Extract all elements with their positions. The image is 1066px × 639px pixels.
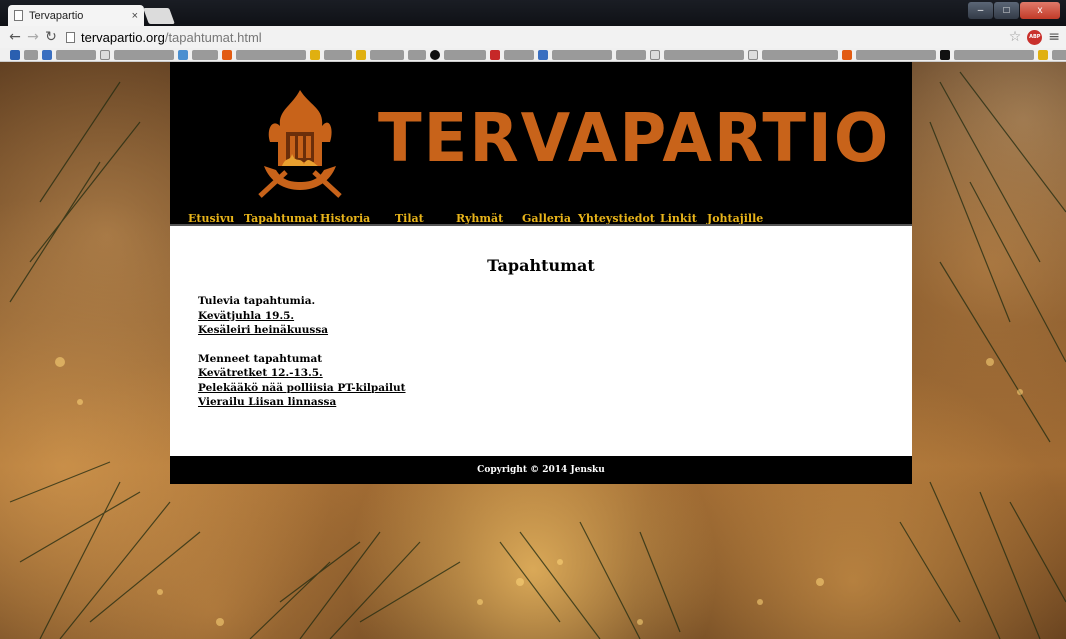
bookmark[interactable] bbox=[444, 49, 486, 60]
bookmark[interactable] bbox=[504, 49, 534, 60]
bookmark-icon[interactable] bbox=[430, 49, 440, 60]
reload-icon[interactable]: ↻ bbox=[42, 29, 60, 45]
page-icon bbox=[14, 10, 23, 21]
bookmark-icon[interactable] bbox=[748, 49, 758, 60]
tab-title: Tervapartio bbox=[29, 9, 84, 22]
event-link-kevatretket[interactable]: Kevätretket 12.-13.5. bbox=[198, 366, 406, 381]
bookmark[interactable] bbox=[408, 49, 426, 60]
browser-toolbar: ← → ↻ tervapartio.org/tapahtumat.html ☆ … bbox=[0, 26, 1066, 48]
bookmark-icon[interactable] bbox=[538, 49, 548, 60]
bookmark[interactable] bbox=[24, 49, 38, 60]
bookmark-star-icon[interactable]: ☆ bbox=[1009, 29, 1022, 45]
close-window-button[interactable]: x bbox=[1020, 2, 1060, 19]
bookmark[interactable] bbox=[856, 49, 936, 60]
url-host: tervapartio.org bbox=[81, 29, 165, 45]
bookmark-icon[interactable] bbox=[1038, 49, 1048, 60]
toolbar-actions: ☆ ABP ≡ bbox=[1009, 29, 1060, 45]
bookmark[interactable] bbox=[324, 49, 352, 60]
bookmark[interactable] bbox=[762, 49, 838, 60]
event-link-kesaleiri[interactable]: Kesäleiri heinäkuussa bbox=[198, 323, 406, 338]
event-link-pt-kilpailut[interactable]: Pelekääkö nää polliisia PT-kilpailut bbox=[198, 381, 406, 396]
bookmark-icon[interactable] bbox=[178, 49, 188, 60]
maximize-button[interactable]: □ bbox=[994, 2, 1019, 19]
bookmarks-bar bbox=[0, 48, 1066, 62]
bookmark[interactable] bbox=[192, 49, 218, 60]
page-title: Tapahtumat bbox=[487, 256, 595, 275]
bookmark-icon[interactable] bbox=[222, 49, 232, 60]
url-path: /tapahtumat.html bbox=[164, 29, 262, 45]
tab-close-icon[interactable]: × bbox=[132, 10, 138, 22]
bookmark[interactable] bbox=[1052, 49, 1066, 60]
bookmark-icon[interactable] bbox=[650, 49, 660, 60]
past-events-heading: Menneet tapahtumat bbox=[198, 352, 323, 365]
new-tab-button[interactable] bbox=[143, 8, 175, 24]
page-icon bbox=[66, 31, 75, 43]
adblock-icon[interactable]: ABP bbox=[1027, 29, 1043, 45]
bookmark[interactable] bbox=[114, 49, 174, 60]
back-arrow-icon[interactable]: ← bbox=[6, 29, 24, 45]
bookmark[interactable] bbox=[664, 49, 744, 60]
bookmark-icon[interactable] bbox=[940, 49, 950, 60]
site-footer: Copyright © 2014 Jensku bbox=[170, 456, 912, 484]
site-title: TERVAPARTIO bbox=[378, 100, 891, 178]
upcoming-events-heading: Tulevia tapahtumia. bbox=[198, 295, 316, 307]
browser-tab[interactable]: Tervapartio × bbox=[8, 5, 144, 26]
minimize-button[interactable]: – bbox=[968, 2, 993, 19]
menu-icon[interactable]: ≡ bbox=[1048, 29, 1060, 45]
bookmark[interactable] bbox=[370, 49, 404, 60]
window-controls: – □ x bbox=[968, 2, 1060, 19]
bookmark[interactable] bbox=[616, 49, 646, 60]
event-link-liisan-linna[interactable]: Vierailu Liisan linnassa bbox=[198, 395, 406, 410]
bookmark-icon[interactable] bbox=[490, 49, 500, 60]
site-header: TERVAPARTIO Etusivu Tapahtumat Historia … bbox=[170, 62, 912, 228]
tar-pit-fire-logo bbox=[258, 90, 342, 198]
browser-titlebar: Tervapartio × – □ x bbox=[0, 0, 1066, 26]
bookmark-icon[interactable] bbox=[356, 49, 366, 60]
bookmark-icon[interactable] bbox=[100, 49, 110, 60]
bookmark[interactable] bbox=[552, 49, 612, 60]
bookmark[interactable] bbox=[56, 49, 96, 60]
event-link-kevatjuhla[interactable]: Kevätjuhla 19.5. bbox=[198, 309, 406, 324]
events-list: Tulevia tapahtumia. Kevätjuhla 19.5. Kes… bbox=[198, 294, 406, 410]
bookmark-icon[interactable] bbox=[10, 49, 20, 60]
bookmark[interactable] bbox=[954, 49, 1034, 60]
bookmark-icon[interactable] bbox=[42, 49, 52, 60]
address-bar[interactable]: tervapartio.org/tapahtumat.html bbox=[66, 28, 1003, 46]
forward-arrow-icon[interactable]: → bbox=[24, 29, 42, 45]
site-container: TERVAPARTIO Etusivu Tapahtumat Historia … bbox=[170, 62, 912, 484]
bookmark-icon[interactable] bbox=[842, 49, 852, 60]
main-content: Tapahtumat Tulevia tapahtumia. Kevätjuhl… bbox=[170, 224, 912, 456]
bookmark-icon[interactable] bbox=[310, 49, 320, 60]
bookmark[interactable] bbox=[236, 49, 306, 60]
